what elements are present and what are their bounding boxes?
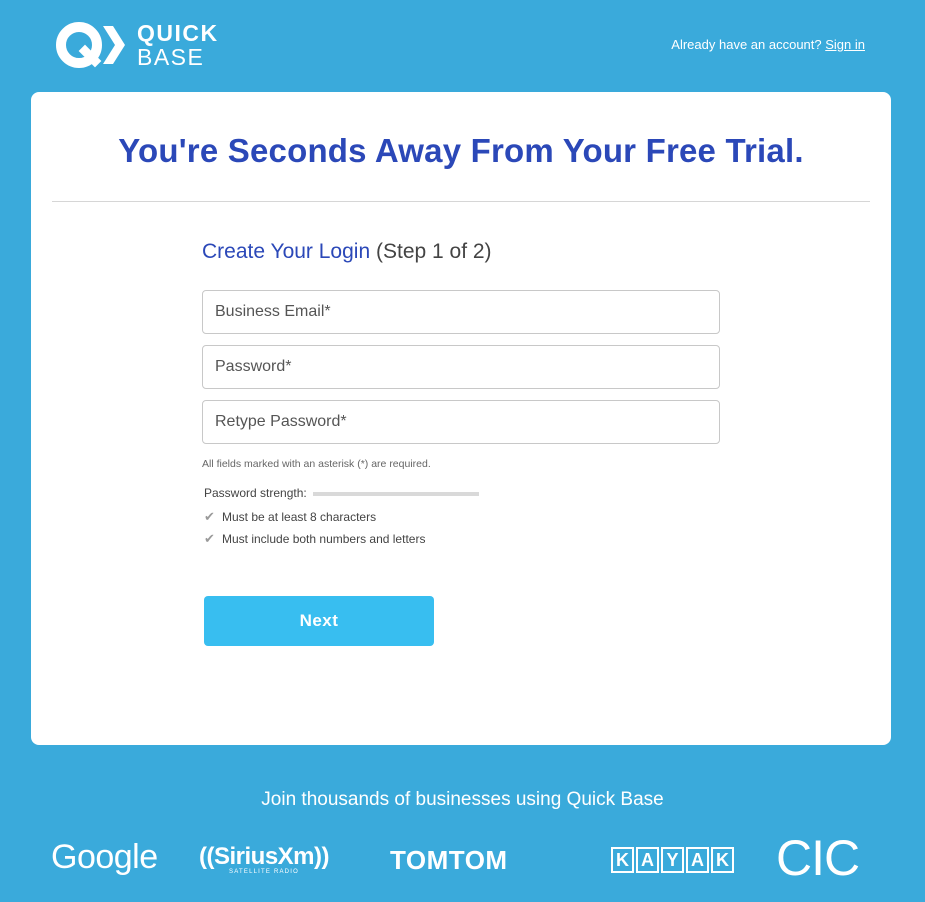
kayak-letter: K: [611, 847, 634, 873]
account-prompt-text: Already have an account?: [671, 37, 822, 52]
step-title: Create Your Login (Step 1 of 2): [202, 240, 720, 264]
quickbase-mark-icon: [56, 22, 125, 68]
signin-link[interactable]: Sign in: [825, 37, 865, 52]
business-email-field[interactable]: [202, 290, 720, 334]
page-title: You're Seconds Away From Your Free Trial…: [118, 132, 804, 169]
divider: [52, 201, 870, 202]
step-title-label: Create Your Login: [202, 240, 371, 263]
strength-label: Password strength:: [204, 486, 307, 500]
retype-password-field[interactable]: [202, 400, 720, 444]
signin-prompt: Already have an account? Sign in: [671, 37, 865, 52]
kayak-logo: K A Y A K: [611, 847, 734, 873]
check-icon: ✔: [204, 531, 215, 546]
siriusxm-wordmark: ((SiriusXm)): [199, 843, 330, 870]
logo-wordmark: QUICK BASE: [137, 21, 219, 69]
password-strength: Password strength:: [202, 486, 720, 500]
rule-numbers-letters-text: Must include both numbers and letters: [222, 532, 426, 546]
login-form: Create Your Login (Step 1 of 2) All fiel…: [202, 240, 720, 547]
kayak-letter: A: [636, 847, 659, 873]
siriusxm-logo: ((SiriusXm)) SATELLITE RADIO: [199, 843, 330, 876]
cic-logo: CIC: [776, 830, 860, 886]
password-field[interactable]: [202, 345, 720, 389]
next-button[interactable]: Next: [204, 596, 434, 646]
step-counter: (Step 1 of 2): [375, 240, 492, 263]
social-proof-text: Join thousands of businesses using Quick…: [261, 789, 664, 810]
kayak-letter: Y: [661, 847, 684, 873]
signup-card: You're Seconds Away From Your Free Trial…: [31, 92, 891, 745]
rule-min-length: ✔ Must be at least 8 characters: [202, 509, 720, 525]
kayak-letter: A: [686, 847, 709, 873]
logo-line-quick: QUICK: [137, 20, 219, 46]
strength-meter: [312, 492, 479, 496]
quickbase-logo[interactable]: QUICK BASE: [55, 20, 219, 70]
rule-numbers-letters: ✔ Must include both numbers and letters: [202, 531, 720, 547]
google-logo: Google: [51, 838, 158, 876]
check-icon: ✔: [204, 509, 215, 524]
kayak-letter: K: [711, 847, 734, 873]
required-note: All fields marked with an asterisk (*) a…: [202, 458, 431, 470]
logo-line-base: BASE: [137, 44, 205, 70]
rule-min-length-text: Must be at least 8 characters: [222, 510, 377, 524]
tomtom-logo: TOMTOM: [390, 845, 508, 875]
